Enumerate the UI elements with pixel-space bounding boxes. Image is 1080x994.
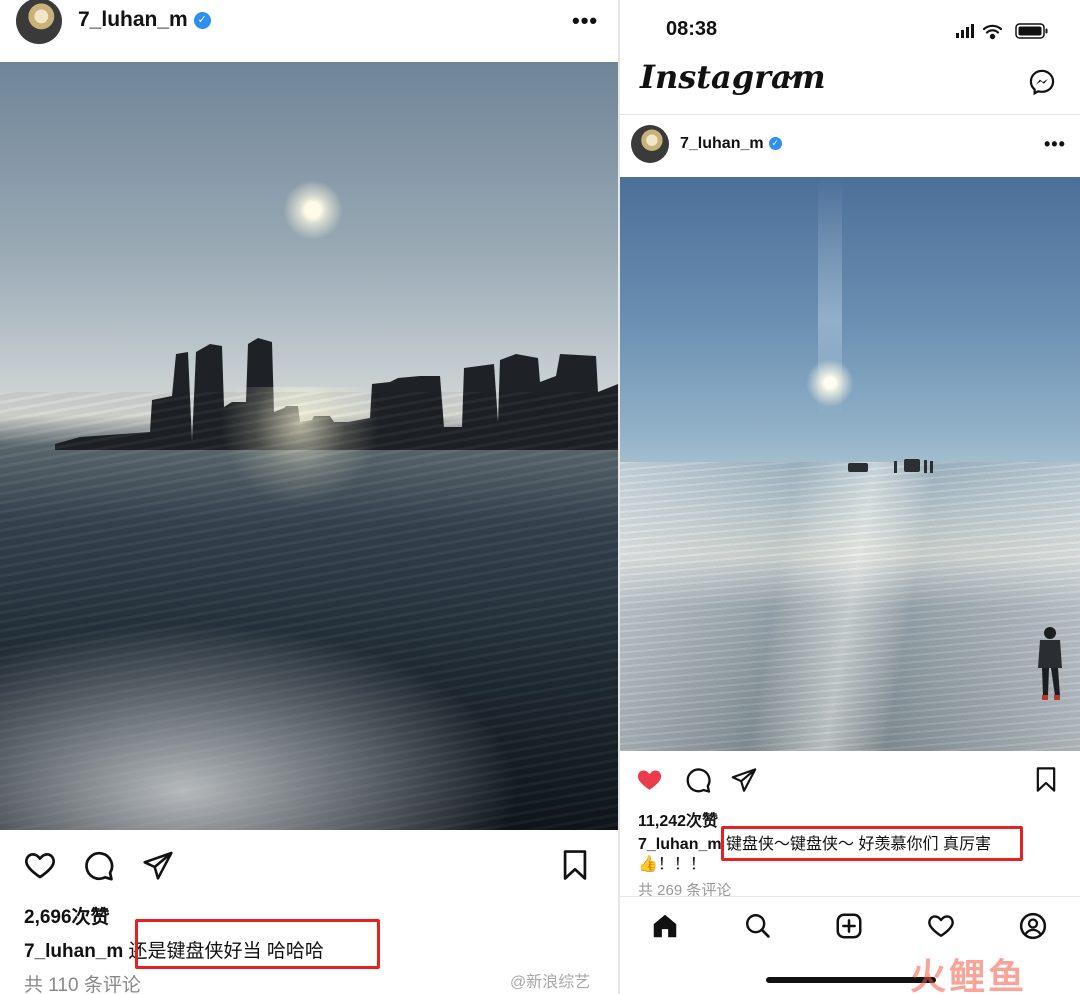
bottom-tab-bar — [620, 896, 1080, 954]
more-options-button[interactable]: ••• — [1044, 134, 1066, 155]
post-photo[interactable] — [620, 177, 1080, 751]
view-comments-link[interactable]: 共 110 条评论 — [24, 970, 141, 994]
username[interactable]: 7_luhan_m ✓ — [680, 135, 782, 153]
username[interactable]: 7_luhan_m ✓ — [78, 8, 211, 32]
header-divider — [620, 114, 1080, 115]
heart-filled-icon[interactable] — [634, 765, 665, 794]
post-header: 7_luhan_m ✓ ••• — [0, 0, 618, 62]
username-text[interactable]: 7_luhan_m — [680, 135, 764, 152]
snow-texture — [620, 462, 1080, 751]
comment-icon[interactable] — [683, 765, 712, 794]
chevron-down-icon[interactable] — [784, 72, 798, 82]
caption-username[interactable]: 7_luhan_m — [638, 836, 722, 853]
distant-vehicles — [848, 459, 933, 473]
post-actions — [620, 763, 1080, 797]
brand-watermark: 火鲤鱼 — [910, 956, 1028, 994]
home-icon[interactable] — [650, 911, 680, 941]
post-actions — [0, 846, 618, 888]
signal-icon — [956, 24, 974, 38]
heart-icon[interactable] — [22, 848, 58, 882]
wifi-icon — [982, 24, 1003, 40]
verified-badge-icon: ✓ — [768, 137, 782, 151]
right-phone-screen: 08:38 Instagram 7_luhan_m ✓ ••• 11,242次赞 … — [620, 0, 1080, 994]
sun — [806, 359, 854, 407]
username-text[interactable]: 7_luhan_m — [78, 8, 188, 31]
highlight-box — [721, 826, 1023, 861]
verified-badge-icon: ✓ — [193, 11, 211, 29]
share-icon[interactable] — [141, 849, 175, 881]
search-icon[interactable] — [743, 911, 772, 940]
weibo-watermark: @新浪综艺 — [510, 974, 591, 991]
avatar[interactable] — [16, 0, 62, 44]
profile-icon[interactable] — [1018, 911, 1048, 941]
bookmark-icon[interactable] — [1032, 765, 1060, 794]
highlight-box — [135, 919, 380, 969]
new-post-icon[interactable] — [834, 911, 864, 941]
avatar[interactable] — [631, 125, 669, 163]
comment-icon[interactable] — [81, 848, 115, 882]
caption-username[interactable]: 7_luhan_m — [24, 941, 123, 962]
bookmark-icon[interactable] — [558, 848, 592, 882]
boat-wake-foam — [0, 622, 520, 830]
messenger-icon[interactable] — [1028, 68, 1056, 96]
left-post: 7_luhan_m ✓ ••• 2,696次赞 7_luhan_m 还是键盘侠好当… — [0, 0, 618, 994]
post-photo[interactable] — [0, 62, 618, 830]
more-options-button[interactable]: ••• — [572, 8, 598, 34]
activity-heart-icon[interactable] — [926, 911, 956, 940]
status-time: 08:38 — [666, 18, 718, 40]
battery-icon — [1015, 23, 1048, 39]
walking-person — [1038, 627, 1062, 700]
like-count[interactable]: 11,242次赞 — [638, 807, 718, 831]
status-icons — [956, 23, 1048, 40]
like-count[interactable]: 2,696次赞 — [24, 902, 110, 929]
share-icon[interactable] — [730, 766, 758, 793]
sun — [283, 180, 343, 240]
